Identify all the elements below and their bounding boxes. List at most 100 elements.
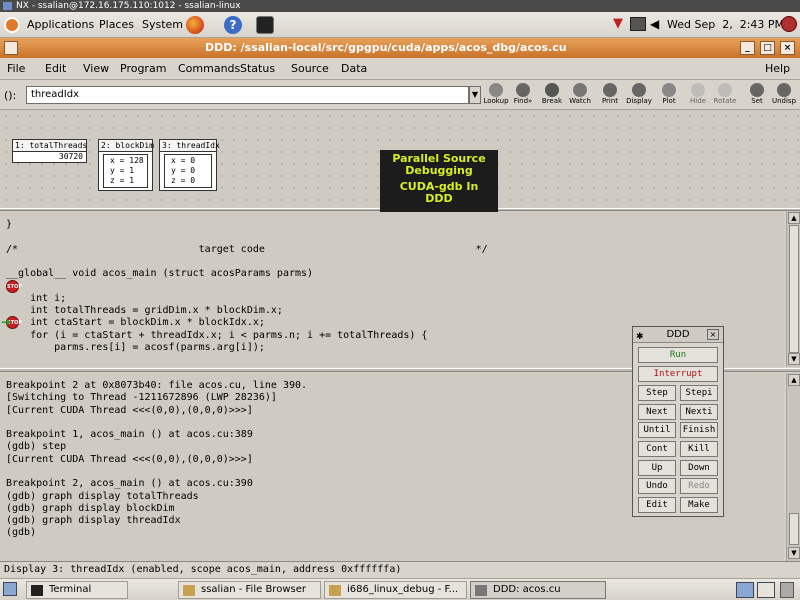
menubar: File Edit View Program Commands Status S…	[0, 58, 800, 80]
trash-icon[interactable]	[780, 582, 794, 598]
up-button[interactable]: Up	[638, 460, 676, 476]
source-scrollbar[interactable]: ▲ ▼	[786, 211, 800, 367]
edit-button[interactable]: Edit	[638, 497, 676, 513]
menu-help[interactable]: Help	[765, 62, 790, 75]
task-file-browser[interactable]: ssalian - File Browser	[178, 581, 321, 599]
set-label: Set	[751, 97, 763, 105]
watch-label: Watch	[569, 97, 591, 105]
close-button[interactable]: ×	[780, 41, 795, 55]
firefox-launcher-icon[interactable]	[186, 16, 204, 34]
plot-button[interactable]: Plot	[656, 83, 682, 109]
execution-arrow-icon[interactable]: ➔	[1, 316, 13, 328]
maximize-button[interactable]: □	[760, 41, 775, 55]
nexti-button[interactable]: Nexti	[680, 404, 718, 420]
command-tool-window[interactable]: ✱ DDD × Run Interrupt Step Stepi Next Ne…	[632, 326, 724, 517]
volume-icon[interactable]: ◀	[650, 17, 662, 31]
make-button[interactable]: Make	[680, 497, 718, 513]
lookup-button[interactable]: Lookup	[483, 83, 509, 109]
hide-button[interactable]: Hide	[685, 83, 711, 109]
step-button[interactable]: Step	[638, 385, 676, 401]
interrupt-button[interactable]: Interrupt	[638, 366, 718, 382]
down-button[interactable]: Down	[680, 460, 718, 476]
display-button[interactable]: Display	[626, 83, 652, 109]
rotate-label: Rotate	[713, 97, 737, 105]
find-button[interactable]: Find»	[510, 83, 536, 109]
menu-status[interactable]: Status	[240, 62, 275, 75]
menu-source[interactable]: Source	[291, 62, 329, 75]
finish-button[interactable]: Finish	[680, 422, 718, 438]
command-tool-titlebar[interactable]: ✱ DDD ×	[633, 327, 723, 343]
argument-history-dropdown[interactable]: ▼	[469, 86, 481, 104]
rotate-button[interactable]: Rotate	[712, 83, 738, 109]
task-label: ssalian - File Browser	[201, 584, 306, 595]
watch-button[interactable]: Watch	[567, 83, 593, 109]
undisplay-label: Undisp	[771, 97, 797, 105]
console-line: Breakpoint 1, acos_main () at acos.cu:38…	[6, 429, 253, 440]
help-launcher-icon[interactable]: ?	[224, 16, 242, 34]
display-node-title: 3: threadIdx	[160, 140, 220, 152]
break-button[interactable]: Break	[539, 83, 565, 109]
run-button[interactable]: Run	[638, 347, 718, 363]
clock[interactable]: Wed Sep 2, 2:43 PM	[667, 18, 784, 31]
stepi-button[interactable]: Stepi	[680, 385, 718, 401]
kill-button[interactable]: Kill	[680, 441, 718, 457]
scroll-up-arrow-icon[interactable]: ▲	[788, 374, 800, 386]
ddd-window-titlebar[interactable]: DDD: /ssalian-local/src/gpgpu/cuda/apps/…	[0, 38, 800, 58]
menu-file[interactable]: File	[7, 62, 25, 75]
redo-button[interactable]: Redo	[680, 478, 718, 494]
print-icon	[603, 83, 617, 97]
cont-button[interactable]: Cont	[638, 441, 676, 457]
scroll-down-arrow-icon[interactable]: ▼	[788, 353, 800, 365]
scroll-down-arrow-icon[interactable]: ▼	[788, 547, 800, 559]
print-button[interactable]: Print	[597, 83, 623, 109]
system-menu[interactable]: System	[142, 18, 183, 31]
scroll-thumb[interactable]	[789, 513, 799, 545]
menu-data[interactable]: Data	[341, 62, 367, 75]
undisplay-icon	[777, 83, 791, 97]
network-status-icon[interactable]: ▼	[613, 17, 625, 31]
struct-fields: x = 0 y = 0 z = 0	[164, 154, 212, 188]
workspace-switcher[interactable]	[736, 582, 754, 598]
task-file-browser-2[interactable]: i686_linux_debug - F...	[324, 581, 467, 599]
rotate-icon	[718, 83, 732, 97]
menu-commands[interactable]: Commands	[178, 62, 240, 75]
breakpoint-stop-icon[interactable]: STOP	[6, 280, 22, 293]
console-scrollbar[interactable]: ▲ ▼	[786, 373, 800, 561]
next-button[interactable]: Next	[638, 404, 676, 420]
console-line: Breakpoint 2 at 0x8073b40: file acos.cu,…	[6, 380, 308, 391]
scroll-up-arrow-icon[interactable]: ▲	[788, 212, 800, 224]
places-menu[interactable]: Places	[99, 18, 134, 31]
display-node-blockdim[interactable]: 2: blockDim x = 128 y = 1 z = 1	[98, 139, 154, 191]
shutdown-icon[interactable]	[781, 16, 797, 32]
undo-button[interactable]: Undo	[638, 478, 676, 494]
task-terminal[interactable]: Terminal	[26, 581, 128, 599]
ubuntu-logo-icon[interactable]	[4, 17, 20, 33]
source-line: for (i = ctaStart + threadIdx.x; i < par…	[6, 330, 428, 341]
menu-program[interactable]: Program	[120, 62, 166, 75]
menu-edit[interactable]: Edit	[45, 62, 66, 75]
display-node-value: 30720	[58, 152, 83, 161]
command-tool-close-icon[interactable]: ×	[707, 329, 719, 340]
argument-input[interactable]: threadIdx	[26, 86, 469, 104]
set-button[interactable]: Set	[744, 83, 770, 109]
display-icon	[632, 83, 646, 97]
menu-view[interactable]: View	[83, 62, 109, 75]
applications-menu[interactable]: Applications	[27, 18, 94, 31]
undisplay-button[interactable]: Undisp	[771, 83, 797, 109]
terminal-launcher-icon[interactable]	[256, 16, 274, 34]
network-manager-icon[interactable]	[630, 17, 646, 31]
argument-label: ():	[4, 89, 17, 102]
workspace-switcher-2[interactable]	[757, 582, 775, 598]
command-tool-menu-icon[interactable]: ✱	[636, 329, 644, 345]
field-z: z = 1	[110, 176, 135, 185]
window-menu-icon[interactable]	[4, 41, 18, 55]
task-ddd[interactable]: DDD: acos.cu	[470, 581, 606, 599]
hide-label: Hide	[690, 97, 706, 105]
until-button[interactable]: Until	[638, 422, 676, 438]
display-node-totalthreads[interactable]: 1: totalThreads 30720	[12, 139, 87, 163]
show-desktop-icon[interactable]	[3, 582, 17, 596]
display-node-threadidx[interactable]: 3: threadIdx x = 0 y = 0 z = 0	[159, 139, 220, 191]
plot-label: Plot	[662, 97, 676, 105]
minimize-button[interactable]: _	[740, 41, 755, 55]
scroll-thumb[interactable]	[789, 225, 799, 353]
